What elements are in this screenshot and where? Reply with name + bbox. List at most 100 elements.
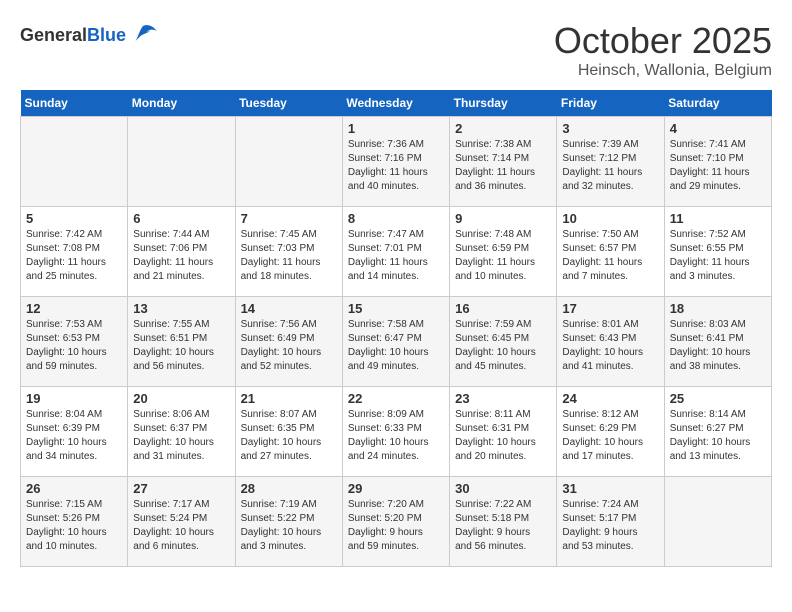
header-wednesday: Wednesday	[342, 90, 449, 117]
day-info: Sunrise: 8:09 AM Sunset: 6:33 PM Dayligh…	[348, 408, 444, 464]
table-cell: 26 Sunrise: 7:15 AM Sunset: 5:26 PM Dayli…	[21, 477, 128, 567]
day-info: Sunrise: 7:19 AM Sunset: 5:22 PM Dayligh…	[241, 498, 337, 554]
day-number: 26	[26, 481, 122, 496]
table-cell: 12Sunrise: 7:53 AM Sunset: 6:53 PM Dayli…	[21, 297, 128, 387]
day-number: 8	[348, 211, 444, 226]
day-info: Sunrise: 8:07 AM Sunset: 6:35 PM Dayligh…	[241, 408, 337, 464]
day-number: 20	[133, 391, 229, 406]
day-info: Sunrise: 8:11 AM Sunset: 6:31 PM Dayligh…	[455, 408, 551, 464]
table-cell: 1Sunrise: 7:36 AM Sunset: 7:16 PM Daylig…	[342, 117, 449, 207]
day-info: Sunrise: 7:50 AM Sunset: 6:57 PM Dayligh…	[562, 228, 658, 284]
day-number: 31	[562, 481, 658, 496]
table-cell: 2Sunrise: 7:38 AM Sunset: 7:14 PM Daylig…	[450, 117, 557, 207]
day-info: Sunrise: 7:24 AM Sunset: 5:17 PM Dayligh…	[562, 498, 658, 554]
week-row-3: 12Sunrise: 7:53 AM Sunset: 6:53 PM Dayli…	[21, 297, 772, 387]
header-thursday: Thursday	[450, 90, 557, 117]
day-number: 11	[670, 211, 766, 226]
day-info: Sunrise: 7:59 AM Sunset: 6:45 PM Dayligh…	[455, 318, 551, 374]
day-number: 5	[26, 211, 122, 226]
day-number: 7	[241, 211, 337, 226]
week-row-2: 5 Sunrise: 7:42 AM Sunset: 7:08 PM Daylig…	[21, 207, 772, 297]
table-cell: 29Sunrise: 7:20 AM Sunset: 5:20 PM Dayli…	[342, 477, 449, 567]
table-cell: 27Sunrise: 7:17 AM Sunset: 5:24 PM Dayli…	[128, 477, 235, 567]
day-number: 14	[241, 301, 337, 316]
day-number: 17	[562, 301, 658, 316]
logo-blue: Blue	[87, 25, 126, 45]
day-number: 6	[133, 211, 229, 226]
day-info: Sunrise: 7:48 AM Sunset: 6:59 PM Dayligh…	[455, 228, 551, 284]
day-info: Sunrise: 7:22 AM Sunset: 5:18 PM Dayligh…	[455, 498, 551, 554]
day-info: Sunrise: 7:42 AM Sunset: 7:08 PM Dayligh…	[26, 228, 122, 284]
table-cell: 14Sunrise: 7:56 AM Sunset: 6:49 PM Dayli…	[235, 297, 342, 387]
day-number: 30	[455, 481, 551, 496]
day-number: 1	[348, 121, 444, 136]
week-row-1: 1Sunrise: 7:36 AM Sunset: 7:16 PM Daylig…	[21, 117, 772, 207]
week-row-4: 19Sunrise: 8:04 AM Sunset: 6:39 PM Dayli…	[21, 387, 772, 477]
week-row-5: 26 Sunrise: 7:15 AM Sunset: 5:26 PM Dayli…	[21, 477, 772, 567]
table-cell: 10 Sunrise: 7:50 AM Sunset: 6:57 PM Dayli…	[557, 207, 664, 297]
table-cell: 24 Sunrise: 8:12 AM Sunset: 6:29 PM Dayli…	[557, 387, 664, 477]
day-info: Sunrise: 8:01 AM Sunset: 6:43 PM Dayligh…	[562, 318, 658, 374]
header-friday: Friday	[557, 90, 664, 117]
location: Heinsch, Wallonia, Belgium	[554, 62, 772, 80]
day-number: 4	[670, 121, 766, 136]
day-info: Sunrise: 7:15 AM Sunset: 5:26 PM Dayligh…	[26, 498, 122, 554]
table-cell: 21 Sunrise: 8:07 AM Sunset: 6:35 PM Dayli…	[235, 387, 342, 477]
table-cell: 25 Sunrise: 8:14 AM Sunset: 6:27 PM Dayli…	[664, 387, 771, 477]
title-section: October 2025 Heinsch, Wallonia, Belgium	[554, 20, 772, 80]
day-info: Sunrise: 7:47 AM Sunset: 7:01 PM Dayligh…	[348, 228, 444, 284]
day-info: Sunrise: 7:41 AM Sunset: 7:10 PM Dayligh…	[670, 138, 766, 194]
header-saturday: Saturday	[664, 90, 771, 117]
day-number: 21	[241, 391, 337, 406]
header-sunday: Sunday	[21, 90, 128, 117]
page-header: GeneralBlue October 2025 Heinsch, Wallon…	[20, 20, 772, 80]
table-cell: 31 Sunrise: 7:24 AM Sunset: 5:17 PM Dayli…	[557, 477, 664, 567]
table-cell: 20 Sunrise: 8:06 AM Sunset: 6:37 PM Dayli…	[128, 387, 235, 477]
logo-general: General	[20, 25, 87, 45]
day-number: 18	[670, 301, 766, 316]
day-info: Sunrise: 7:52 AM Sunset: 6:55 PM Dayligh…	[670, 228, 766, 284]
calendar-table: SundayMondayTuesdayWednesdayThursdayFrid…	[20, 90, 772, 567]
day-number: 9	[455, 211, 551, 226]
day-number: 23	[455, 391, 551, 406]
day-number: 10	[562, 211, 658, 226]
table-cell: 19Sunrise: 8:04 AM Sunset: 6:39 PM Dayli…	[21, 387, 128, 477]
day-number: 2	[455, 121, 551, 136]
day-info: Sunrise: 8:14 AM Sunset: 6:27 PM Dayligh…	[670, 408, 766, 464]
day-number: 25	[670, 391, 766, 406]
day-number: 3	[562, 121, 658, 136]
table-cell: 6 Sunrise: 7:44 AM Sunset: 7:06 PM Daylig…	[128, 207, 235, 297]
table-cell: 11 Sunrise: 7:52 AM Sunset: 6:55 PM Dayli…	[664, 207, 771, 297]
header-monday: Monday	[128, 90, 235, 117]
day-info: Sunrise: 7:58 AM Sunset: 6:47 PM Dayligh…	[348, 318, 444, 374]
logo: GeneralBlue	[20, 20, 158, 50]
day-number: 13	[133, 301, 229, 316]
day-number: 12	[26, 301, 122, 316]
table-cell: 30 Sunrise: 7:22 AM Sunset: 5:18 PM Dayli…	[450, 477, 557, 567]
header-row: SundayMondayTuesdayWednesdayThursdayFrid…	[21, 90, 772, 117]
table-cell	[128, 117, 235, 207]
table-cell: 9 Sunrise: 7:48 AM Sunset: 6:59 PM Daylig…	[450, 207, 557, 297]
day-number: 16	[455, 301, 551, 316]
day-number: 24	[562, 391, 658, 406]
table-cell: 4 Sunrise: 7:41 AM Sunset: 7:10 PM Daylig…	[664, 117, 771, 207]
table-cell: 23 Sunrise: 8:11 AM Sunset: 6:31 PM Dayli…	[450, 387, 557, 477]
table-cell	[235, 117, 342, 207]
day-number: 19	[26, 391, 122, 406]
day-info: Sunrise: 8:12 AM Sunset: 6:29 PM Dayligh…	[562, 408, 658, 464]
logo-bird-icon	[128, 20, 158, 50]
table-cell: 5 Sunrise: 7:42 AM Sunset: 7:08 PM Daylig…	[21, 207, 128, 297]
day-info: Sunrise: 7:20 AM Sunset: 5:20 PM Dayligh…	[348, 498, 444, 554]
table-cell: 15 Sunrise: 7:58 AM Sunset: 6:47 PM Dayli…	[342, 297, 449, 387]
header-tuesday: Tuesday	[235, 90, 342, 117]
table-cell: 3 Sunrise: 7:39 AM Sunset: 7:12 PM Daylig…	[557, 117, 664, 207]
day-number: 22	[348, 391, 444, 406]
table-cell: 16 Sunrise: 7:59 AM Sunset: 6:45 PM Dayli…	[450, 297, 557, 387]
day-number: 15	[348, 301, 444, 316]
table-cell: 8 Sunrise: 7:47 AM Sunset: 7:01 PM Daylig…	[342, 207, 449, 297]
day-info: Sunrise: 7:55 AM Sunset: 6:51 PM Dayligh…	[133, 318, 229, 374]
logo-general-text: GeneralBlue	[20, 25, 126, 46]
day-info: Sunrise: 7:44 AM Sunset: 7:06 PM Dayligh…	[133, 228, 229, 284]
day-info: Sunrise: 8:06 AM Sunset: 6:37 PM Dayligh…	[133, 408, 229, 464]
day-info: Sunrise: 7:39 AM Sunset: 7:12 PM Dayligh…	[562, 138, 658, 194]
